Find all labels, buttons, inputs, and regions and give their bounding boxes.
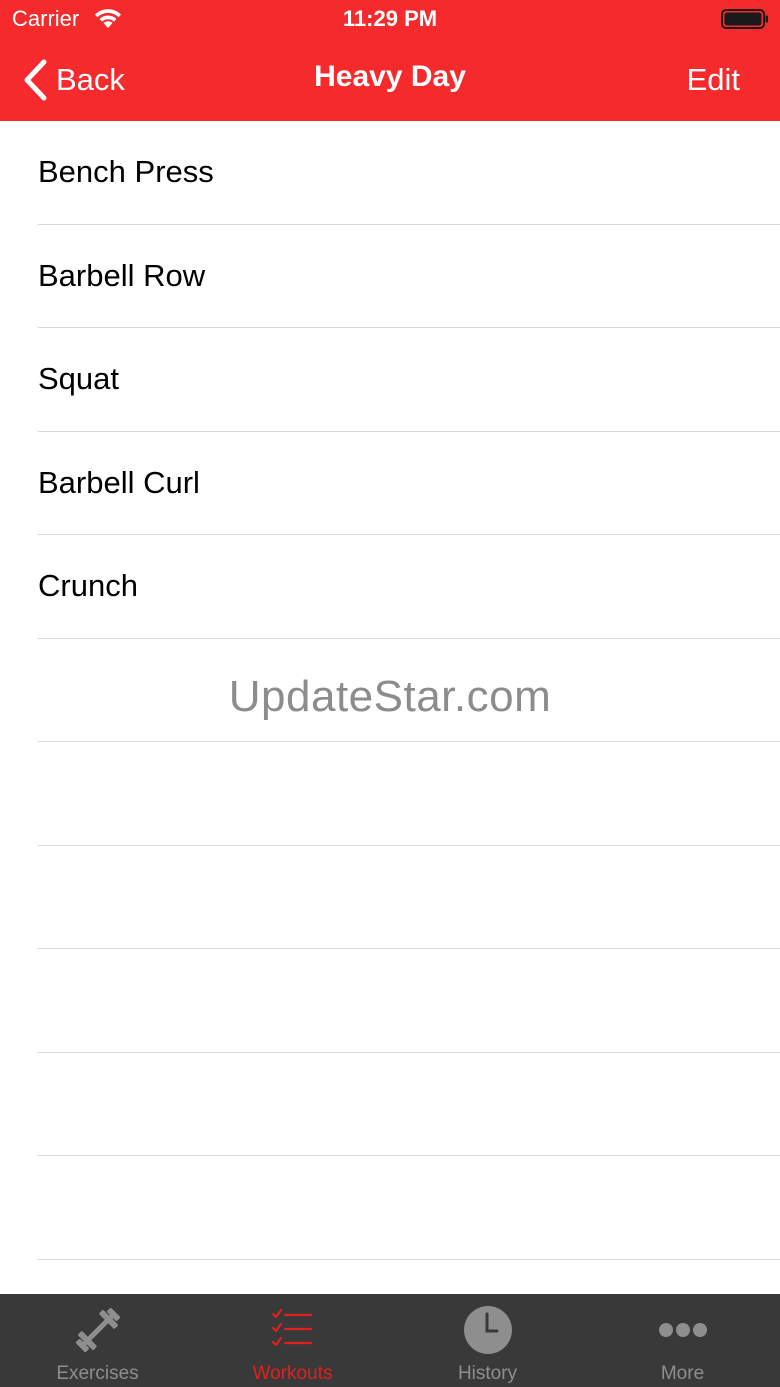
tab-history[interactable]: History [390,1294,585,1387]
empty-row [38,1053,780,1156]
exercise-name: Barbell Row [38,257,206,293]
header: Carrier 11:29 PM Back Heavy Day Edit [0,0,780,121]
empty-row [38,1156,780,1260]
tab-bar: Exercises Workouts History More [0,1294,780,1387]
clock-icon [463,1306,512,1354]
status-bar: Carrier 11:29 PM [0,0,780,40]
tab-label: Workouts [252,1363,333,1384]
list-item[interactable]: Squat [38,328,780,432]
tab-label: History [457,1363,518,1384]
exercise-name: Bench Press [38,154,214,190]
tab-workouts[interactable]: Workouts [195,1294,390,1387]
checklist-icon [271,1308,312,1347]
empty-row [38,846,780,949]
list-item[interactable]: Barbell Row [38,225,780,328]
exercise-name: Barbell Curl [38,464,200,500]
empty-row [38,742,780,846]
tab-exercises[interactable]: Exercises [0,1294,195,1387]
edit-button[interactable]: Edit [687,62,740,98]
tab-label: More [660,1363,705,1384]
tab-label: Exercises [56,1363,139,1384]
exercise-name: Crunch [38,568,138,604]
status-time: 11:29 PM [342,6,438,31]
empty-row [38,1260,780,1295]
list-item[interactable]: Barbell Curl [38,432,780,535]
list-item[interactable]: Bench Press [38,121,780,225]
battery-icon [721,9,768,29]
barbell-icon [75,1307,120,1353]
tab-more[interactable]: More [585,1294,780,1387]
page-title: Heavy Day [314,60,466,93]
list-item[interactable]: Crunch [38,535,780,639]
nav-bar: Back Heavy Day Edit [0,40,780,121]
more-dots-icon [658,1323,707,1337]
watermark: UpdateStar.com [228,672,552,721]
exercise-name: Squat [38,361,120,397]
empty-row [38,949,780,1053]
